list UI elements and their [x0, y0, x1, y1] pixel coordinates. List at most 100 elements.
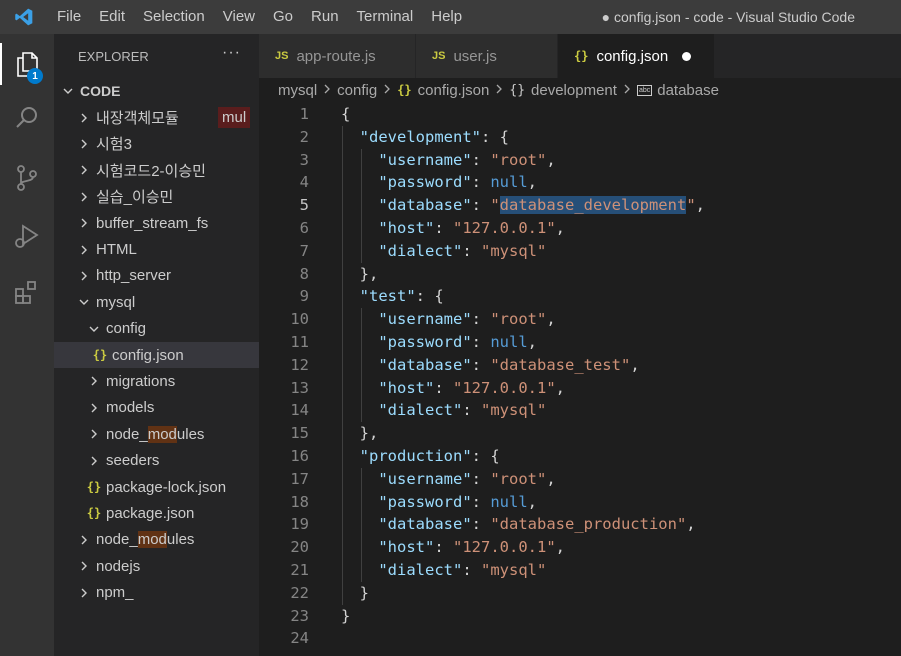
tab-user-js[interactable]: JS user.js — [416, 34, 558, 78]
tab-app-route-js[interactable]: JS app-route.js — [259, 34, 416, 78]
menu-go[interactable]: Go — [264, 0, 302, 34]
code-token: : — [471, 333, 491, 351]
folder-item[interactable]: node_modules — [54, 527, 259, 553]
menu-help[interactable]: Help — [422, 0, 471, 34]
code-text: "dialect": "mysql" — [341, 559, 546, 582]
code-token: { — [341, 105, 351, 123]
tree-item-label: config.json — [112, 346, 184, 364]
explorer-icon[interactable]: 1 — [0, 37, 54, 91]
code-token: "mysql" — [481, 241, 547, 260]
explorer-header: EXPLORER ··· — [54, 34, 259, 78]
run-debug-icon[interactable] — [0, 209, 54, 263]
workspace-root[interactable]: CODE — [54, 78, 259, 104]
code-token: : — [471, 173, 491, 192]
folder-item[interactable]: models — [54, 395, 259, 421]
code-text: "database": "database_development", — [341, 194, 705, 217]
tab-label: config.json — [596, 47, 669, 65]
code-token: : — [471, 469, 491, 488]
code-text: }, — [341, 422, 379, 445]
line-number: 11 — [290, 333, 309, 351]
source-control-icon[interactable] — [0, 151, 54, 205]
folder-item[interactable]: 내장객체모듈 mul — [54, 104, 259, 130]
folder-item[interactable]: buffer_stream_fs — [54, 210, 259, 236]
tree-item-label: 내장객체모듈 — [96, 110, 179, 128]
code-token: "host" — [378, 378, 435, 397]
code-token: : — [462, 401, 481, 420]
menu-edit[interactable]: Edit — [90, 0, 134, 34]
chevron-right-icon — [76, 110, 92, 126]
json-file-icon: {} — [397, 83, 412, 97]
chevron-right-icon — [86, 426, 102, 442]
code-token: null — [490, 173, 528, 192]
folder-item[interactable]: config — [54, 316, 259, 342]
code-token: : { — [471, 447, 500, 465]
breadcrumb-item[interactable]: {} config.json — [397, 82, 489, 99]
code-token: "127.0.0.1" — [453, 538, 556, 557]
menu-selection[interactable]: Selection — [134, 0, 214, 34]
menu-view[interactable]: View — [214, 0, 264, 34]
code-editor[interactable]: 1{2 "development": {3 "username": "root"… — [259, 102, 901, 656]
folder-item[interactable]: 실습_이승민 — [54, 184, 259, 210]
code-token: "database" — [378, 515, 472, 534]
code-token: : — [471, 150, 491, 169]
menu-bar: File Edit Selection View Go Run Terminal Help — [48, 0, 471, 34]
file-item[interactable]: {} package-lock.json — [54, 474, 259, 500]
menu-run[interactable]: Run — [302, 0, 348, 34]
folder-item[interactable]: mysql — [54, 289, 259, 315]
breadcrumb-item[interactable]: config — [337, 82, 377, 99]
more-actions-icon[interactable]: ··· — [222, 44, 241, 62]
line-number: 6 — [299, 219, 309, 237]
search-icon[interactable] — [0, 91, 54, 145]
menu-file[interactable]: File — [48, 0, 90, 34]
code-line: 12 "database": "database_test", — [259, 354, 901, 377]
code-text: }, — [341, 263, 379, 286]
folder-item[interactable]: http_server — [54, 263, 259, 289]
code-token: null — [490, 492, 528, 511]
file-item[interactable]: {} package.json — [54, 500, 259, 526]
extensions-icon[interactable] — [0, 266, 54, 320]
code-line: 21 "dialect": "mysql" — [259, 559, 901, 582]
folder-item[interactable]: 시험코드2-이승민 — [54, 157, 259, 183]
tab-config-json[interactable]: {} config.json — [558, 34, 715, 78]
folder-item[interactable]: HTML — [54, 236, 259, 262]
unsaved-dot-icon[interactable] — [682, 51, 692, 61]
tree-item-label: npm_ — [96, 584, 134, 602]
code-text: "development": { — [341, 126, 509, 149]
code-token: : — [471, 355, 491, 374]
line-number: 9 — [299, 287, 309, 306]
line-number: 17 — [290, 469, 309, 488]
tree-item-label: HTML — [96, 241, 137, 259]
code-token: "root" — [490, 150, 547, 169]
folder-item[interactable]: 시험3 — [54, 131, 259, 157]
folder-item[interactable]: node_modules — [54, 421, 259, 447]
file-item[interactable]: {} config.json — [54, 341, 259, 369]
line-number: 2 — [299, 127, 309, 146]
code-line: 23} — [259, 605, 901, 628]
code-token: "mysql" — [481, 401, 547, 420]
json-file-icon: {} — [574, 49, 589, 63]
breadcrumb-item[interactable]: abc database — [636, 82, 719, 99]
folder-item[interactable]: nodejs — [54, 553, 259, 579]
code-line: 22 } — [259, 582, 901, 605]
code-line: 17 "username": "root", — [259, 468, 901, 491]
menu-terminal[interactable]: Terminal — [348, 0, 423, 34]
breadcrumb-item[interactable]: {} development — [509, 82, 617, 99]
folder-item[interactable]: seeders — [54, 447, 259, 473]
breadcrumb-item[interactable]: mysql — [278, 82, 317, 99]
code-line: 11 "password": null, — [259, 331, 901, 354]
folder-item[interactable]: npm_ — [54, 579, 259, 605]
folder-item[interactable]: migrations — [54, 368, 259, 394]
chevron-right-icon — [76, 268, 92, 284]
breadcrumb: mysql config {} config.json {} development abc… — [259, 78, 901, 102]
code-text: "username": "root", — [341, 149, 555, 172]
chevron-right-icon — [76, 215, 92, 231]
explorer-sidebar: EXPLORER ··· CODE 내장객체모듈 mul 시험3 시험코드2-이승민 실… — [54, 34, 259, 656]
tree-item-label: package-lock.json — [106, 478, 227, 496]
code-token: "127.0.0.1" — [453, 378, 556, 397]
